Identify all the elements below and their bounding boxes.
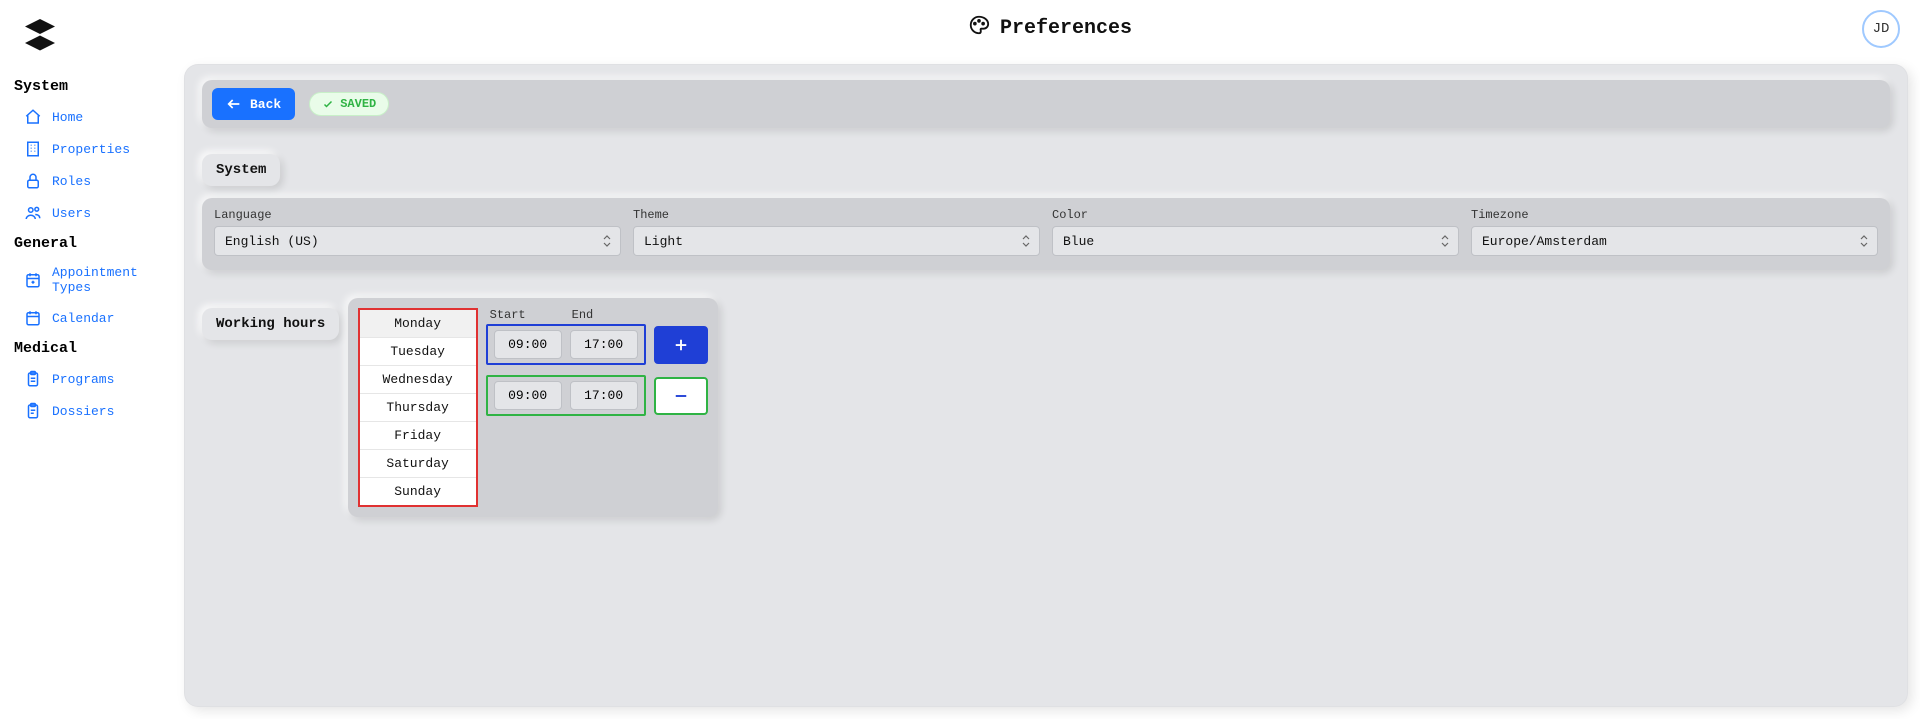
end-label: End <box>572 308 646 322</box>
day-item-sunday[interactable]: Sunday <box>360 478 476 505</box>
home-icon <box>24 108 42 126</box>
avatar[interactable]: JD <box>1862 10 1900 48</box>
lock-icon <box>24 172 42 190</box>
arrow-left-icon <box>226 96 242 112</box>
sidebar-section-title: Medical <box>12 334 168 363</box>
back-button[interactable]: Back <box>212 88 295 120</box>
day-item-friday[interactable]: Friday <box>360 422 476 450</box>
working-hours-card: Monday Tuesday Wednesday Thursday Friday… <box>348 298 718 517</box>
add-hours-button[interactable] <box>654 326 708 364</box>
sidebar-item-label: Calendar <box>52 311 114 326</box>
select-value: Blue <box>1063 234 1094 249</box>
saved-badge-label: SAVED <box>340 97 376 111</box>
system-card: Language English (US) Theme Light Color … <box>202 198 1890 270</box>
field-label: Color <box>1052 208 1459 222</box>
field-color: Color Blue <box>1052 208 1459 256</box>
clipboard-list-icon <box>24 370 42 388</box>
sidebar-item-label: Programs <box>52 372 114 387</box>
calendar-icon <box>24 309 42 327</box>
sidebar-item-calendar[interactable]: Calendar <box>12 302 168 334</box>
hours-labels: Start End <box>486 308 708 324</box>
field-language: Language English (US) <box>214 208 621 256</box>
sidebar-section-title: System <box>12 72 168 101</box>
sidebar-item-label: Properties <box>52 142 130 157</box>
hours-row-1 <box>486 324 708 365</box>
select-value: English (US) <box>225 234 319 249</box>
color-select[interactable]: Blue <box>1052 226 1459 256</box>
section-title-system: System <box>202 154 280 186</box>
hours-row-1-box <box>486 324 646 365</box>
sidebar-item-label: Home <box>52 110 83 125</box>
sidebar: System Home Properties Roles Users Gener… <box>0 0 180 719</box>
page-title-text: Preferences <box>1000 17 1132 40</box>
field-label: Theme <box>633 208 1040 222</box>
sort-icon <box>1440 234 1450 248</box>
sidebar-item-label: Roles <box>52 174 91 189</box>
sidebar-item-users[interactable]: Users <box>12 197 168 229</box>
sidebar-section-title: General <box>12 229 168 258</box>
sidebar-item-roles[interactable]: Roles <box>12 165 168 197</box>
minus-icon <box>672 387 690 405</box>
end-time-input[interactable] <box>570 381 638 410</box>
hours-row-2 <box>486 375 708 416</box>
sidebar-item-programs[interactable]: Programs <box>12 363 168 395</box>
day-item-saturday[interactable]: Saturday <box>360 450 476 478</box>
sidebar-item-label: Appointment Types <box>52 265 164 295</box>
sidebar-item-label: Users <box>52 206 91 221</box>
language-select[interactable]: English (US) <box>214 226 621 256</box>
topbar: Preferences JD <box>180 0 1920 56</box>
start-time-input[interactable] <box>494 330 562 359</box>
back-button-label: Back <box>250 97 281 112</box>
sort-icon <box>602 234 612 248</box>
section-title-working-hours: Working hours <box>202 308 339 340</box>
remove-hours-button[interactable] <box>654 377 708 415</box>
field-timezone: Timezone Europe/Amsterdam <box>1471 208 1878 256</box>
palette-icon <box>968 14 990 43</box>
sidebar-item-home[interactable]: Home <box>12 101 168 133</box>
select-value: Europe/Amsterdam <box>1482 234 1607 249</box>
field-theme: Theme Light <box>633 208 1040 256</box>
hours-row-2-box <box>486 375 646 416</box>
clipboard-text-icon <box>24 402 42 420</box>
field-label: Timezone <box>1471 208 1878 222</box>
saved-badge: SAVED <box>309 92 389 116</box>
start-label: Start <box>490 308 564 322</box>
field-label: Language <box>214 208 621 222</box>
page-title: Preferences <box>968 14 1132 43</box>
day-item-thursday[interactable]: Thursday <box>360 394 476 422</box>
sidebar-item-label: Dossiers <box>52 404 114 419</box>
end-time-input[interactable] <box>570 330 638 359</box>
select-value: Light <box>644 234 683 249</box>
building-icon <box>24 140 42 158</box>
sort-icon <box>1859 234 1869 248</box>
start-time-input[interactable] <box>494 381 562 410</box>
plus-icon <box>672 336 690 354</box>
day-item-wednesday[interactable]: Wednesday <box>360 366 476 394</box>
check-icon <box>322 98 334 110</box>
sidebar-item-properties[interactable]: Properties <box>12 133 168 165</box>
toolbar: Back SAVED <box>202 80 1890 128</box>
content-panel: Back SAVED System Language English (US) … <box>184 64 1908 707</box>
sort-icon <box>1021 234 1031 248</box>
app-logo <box>22 16 58 52</box>
theme-select[interactable]: Light <box>633 226 1040 256</box>
users-icon <box>24 204 42 222</box>
avatar-initials: JD <box>1873 21 1890 37</box>
day-item-tuesday[interactable]: Tuesday <box>360 338 476 366</box>
timezone-select[interactable]: Europe/Amsterdam <box>1471 226 1878 256</box>
sidebar-item-dossiers[interactable]: Dossiers <box>12 395 168 427</box>
calendar-plus-icon <box>24 271 42 289</box>
day-list: Monday Tuesday Wednesday Thursday Friday… <box>358 308 478 507</box>
sidebar-item-appointment-types[interactable]: Appointment Types <box>12 258 168 302</box>
day-item-monday[interactable]: Monday <box>360 310 476 338</box>
